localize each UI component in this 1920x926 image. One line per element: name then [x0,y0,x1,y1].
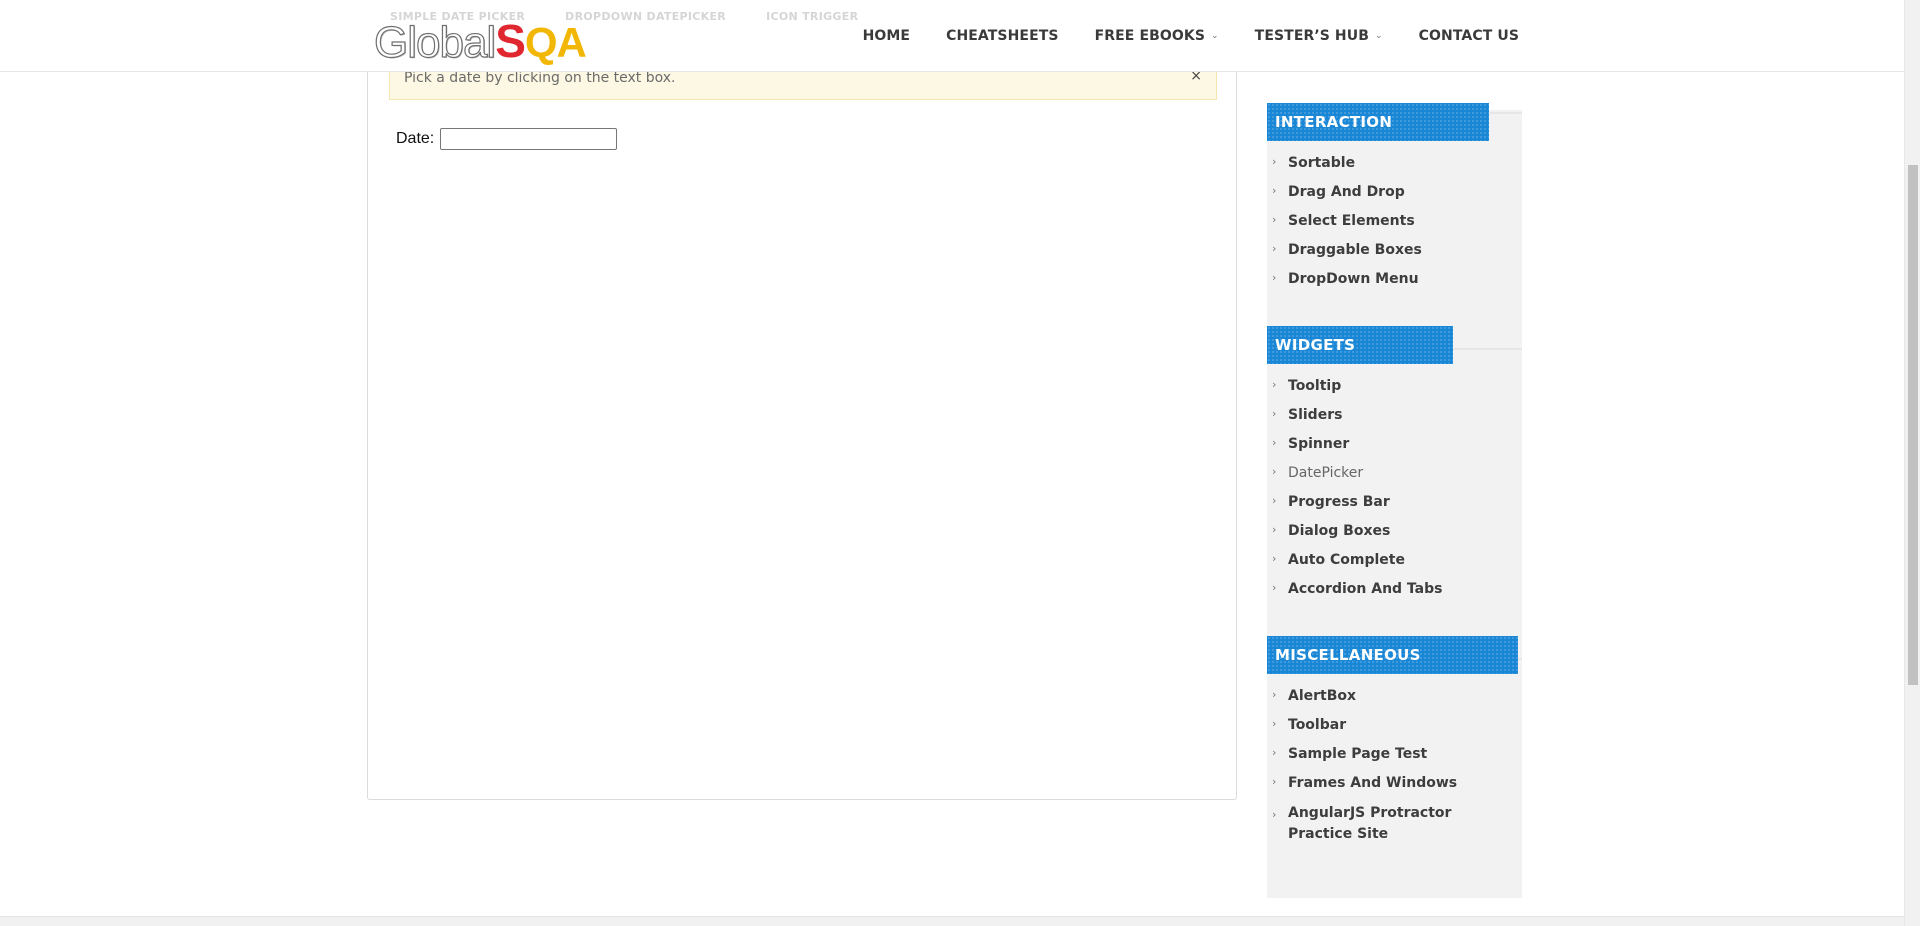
nav-contact-us[interactable]: CONTACT US [1419,28,1519,44]
chevron-right-icon: › [1272,523,1277,536]
sidebar-item-label: Sortable [1288,154,1356,171]
chevron-right-icon: › [1272,271,1277,284]
sidebar-item-label: Dialog Boxes [1288,522,1391,539]
date-row: Date: [396,128,618,150]
sidebar-item-dialog-boxes[interactable]: › Dialog Boxes [1267,516,1522,545]
sidebar-item-label: Toolbar [1288,716,1347,733]
chevron-right-icon: › [1272,436,1277,449]
sidebar-item-label: Drag And Drop [1288,183,1405,200]
date-label: Date: [396,130,435,147]
horizontal-scrollbar[interactable] [0,916,1904,926]
widgets-list: › Tooltip › Sliders › Spinner › DatePicker ›… [1267,371,1522,603]
page: SIMPLE DATE PICKER DROPDOWN DATEPICKER I… [0,0,1920,926]
sidebar-item-tooltip[interactable]: › Tooltip [1267,371,1522,400]
sidebar-item-accordion-and-tabs[interactable]: › Accordion And Tabs [1267,574,1522,603]
chevron-down-icon: ⌄ [1211,31,1219,41]
datepicker-input[interactable] [440,128,618,150]
chevron-right-icon: › [1272,242,1277,255]
scrollbar-thumb[interactable] [1908,165,1918,685]
nav-contact-us-label: CONTACT US [1418,28,1519,44]
sidebar-item-angularjs-protractor[interactable]: › AngularJS Protractor Practice Site [1267,797,1522,842]
faded-tabs: SIMPLE DATE PICKER DROPDOWN DATEPICKER I… [390,10,858,23]
chevron-right-icon: › [1272,465,1277,478]
tab-simple-date-picker[interactable]: SIMPLE DATE PICKER [390,10,525,23]
sidebar-item-datepicker[interactable]: › DatePicker [1267,458,1522,487]
sidebar-item-label: DropDown Menu [1288,270,1419,287]
sidebar-item-label: Spinner [1288,435,1350,452]
chevron-right-icon: › [1272,184,1277,197]
nav-free-ebooks-label: FREE EBOOKS [1094,28,1206,44]
nav-cheatsheets[interactable]: CHEATSHEETS [946,28,1059,44]
interaction-list: › Sortable › Drag And Drop › Select Element… [1267,148,1522,293]
nav-home[interactable]: HOME [863,28,911,44]
sidebar-item-label: Accordion And Tabs [1288,580,1443,597]
sidebar-item-label: Progress Bar [1288,493,1390,510]
sidebar-item-label: Sample Page Test [1288,745,1428,762]
sidebar-item-label: Tooltip [1288,377,1342,394]
sidebar-item-alertbox[interactable]: › AlertBox [1267,681,1522,710]
vertical-scrollbar[interactable] [1904,0,1920,926]
chevron-right-icon: › [1272,155,1277,168]
nav-testers-hub[interactable]: TESTER’S HUB ⌄ [1255,28,1383,44]
miscellaneous-list: › AlertBox › Toolbar › Sample Page Test › Fr… [1267,681,1522,843]
chevron-down-icon: ⌄ [1375,31,1383,41]
sidebar-item-label: AngularJS Protractor Practice Site [1288,805,1452,842]
chevron-right-icon: › [1272,775,1277,788]
section-title-interaction: INTERACTION [1267,103,1489,141]
nav-free-ebooks[interactable]: FREE EBOOKS ⌄ [1095,28,1219,44]
main-nav: HOME CHEATSHEETS FREE EBOOKS ⌄ TESTER’S … [827,0,1519,72]
sidebar-item-frames-and-windows[interactable]: › Frames And Windows [1267,768,1522,797]
logo-qa-text: QA [524,19,587,66]
sidebar-item-label: Draggable Boxes [1288,241,1422,258]
site-header: Global S QA HOME CHEATSHEETS FREE EBOOKS… [0,0,1904,72]
chevron-right-icon: › [1272,717,1277,730]
nav-testers-hub-label: TESTER’S HUB [1254,28,1369,44]
sidebar-item-label: AlertBox [1288,687,1357,704]
section-title-widgets: WIDGETS [1267,326,1453,364]
tab-icon-trigger[interactable]: ICON TRIGGER [766,10,858,23]
sidebar-item-dropdown-menu[interactable]: › DropDown Menu [1267,264,1522,293]
tab-dropdown-datepicker[interactable]: DROPDOWN DATEPICKER [565,10,726,23]
sidebar-item-label: Auto Complete [1288,551,1405,568]
nav-cheatsheets-label: CHEATSHEETS [946,28,1059,44]
chevron-right-icon: › [1272,688,1277,701]
chevron-right-icon: › [1272,213,1277,226]
sidebar-item-toolbar[interactable]: › Toolbar [1267,710,1522,739]
sidebar-item-spinner[interactable]: › Spinner [1267,429,1522,458]
sidebar-item-sortable[interactable]: › Sortable [1267,148,1522,177]
chevron-right-icon: › [1272,581,1277,594]
demo-frame: Pick a date by clicking on the text box.… [367,60,1237,800]
section-title-miscellaneous: MISCELLANEOUS [1267,636,1518,674]
chevron-right-icon: › [1272,407,1277,420]
sidebar-item-label: Sliders [1288,406,1343,423]
alert-text: Pick a date by clicking on the text box. [404,70,676,86]
sidebar: INTERACTION › Sortable › Drag And Drop › Se… [1267,103,1522,898]
nav-home-label: HOME [862,28,911,44]
chevron-right-icon: › [1272,378,1277,391]
sidebar-item-drag-and-drop[interactable]: › Drag And Drop [1267,177,1522,206]
sidebar-item-progress-bar[interactable]: › Progress Bar [1267,487,1522,516]
sidebar-item-label: Frames And Windows [1288,774,1458,791]
sidebar-item-label: Select Elements [1288,212,1415,229]
sidebar-item-label: DatePicker [1288,464,1364,481]
logo-global-text: Global [373,17,496,67]
sidebar-item-sliders[interactable]: › Sliders [1267,400,1522,429]
sidebar-item-auto-complete[interactable]: › Auto Complete [1267,545,1522,574]
sidebar-item-select-elements[interactable]: › Select Elements [1267,206,1522,235]
sidebar-item-sample-page-test[interactable]: › Sample Page Test [1267,739,1522,768]
chevron-right-icon: › [1272,746,1277,759]
chevron-right-icon: › [1272,808,1277,821]
chevron-right-icon: › [1272,494,1277,507]
sidebar-item-draggable-boxes[interactable]: › Draggable Boxes [1267,235,1522,264]
chevron-right-icon: › [1272,552,1277,565]
